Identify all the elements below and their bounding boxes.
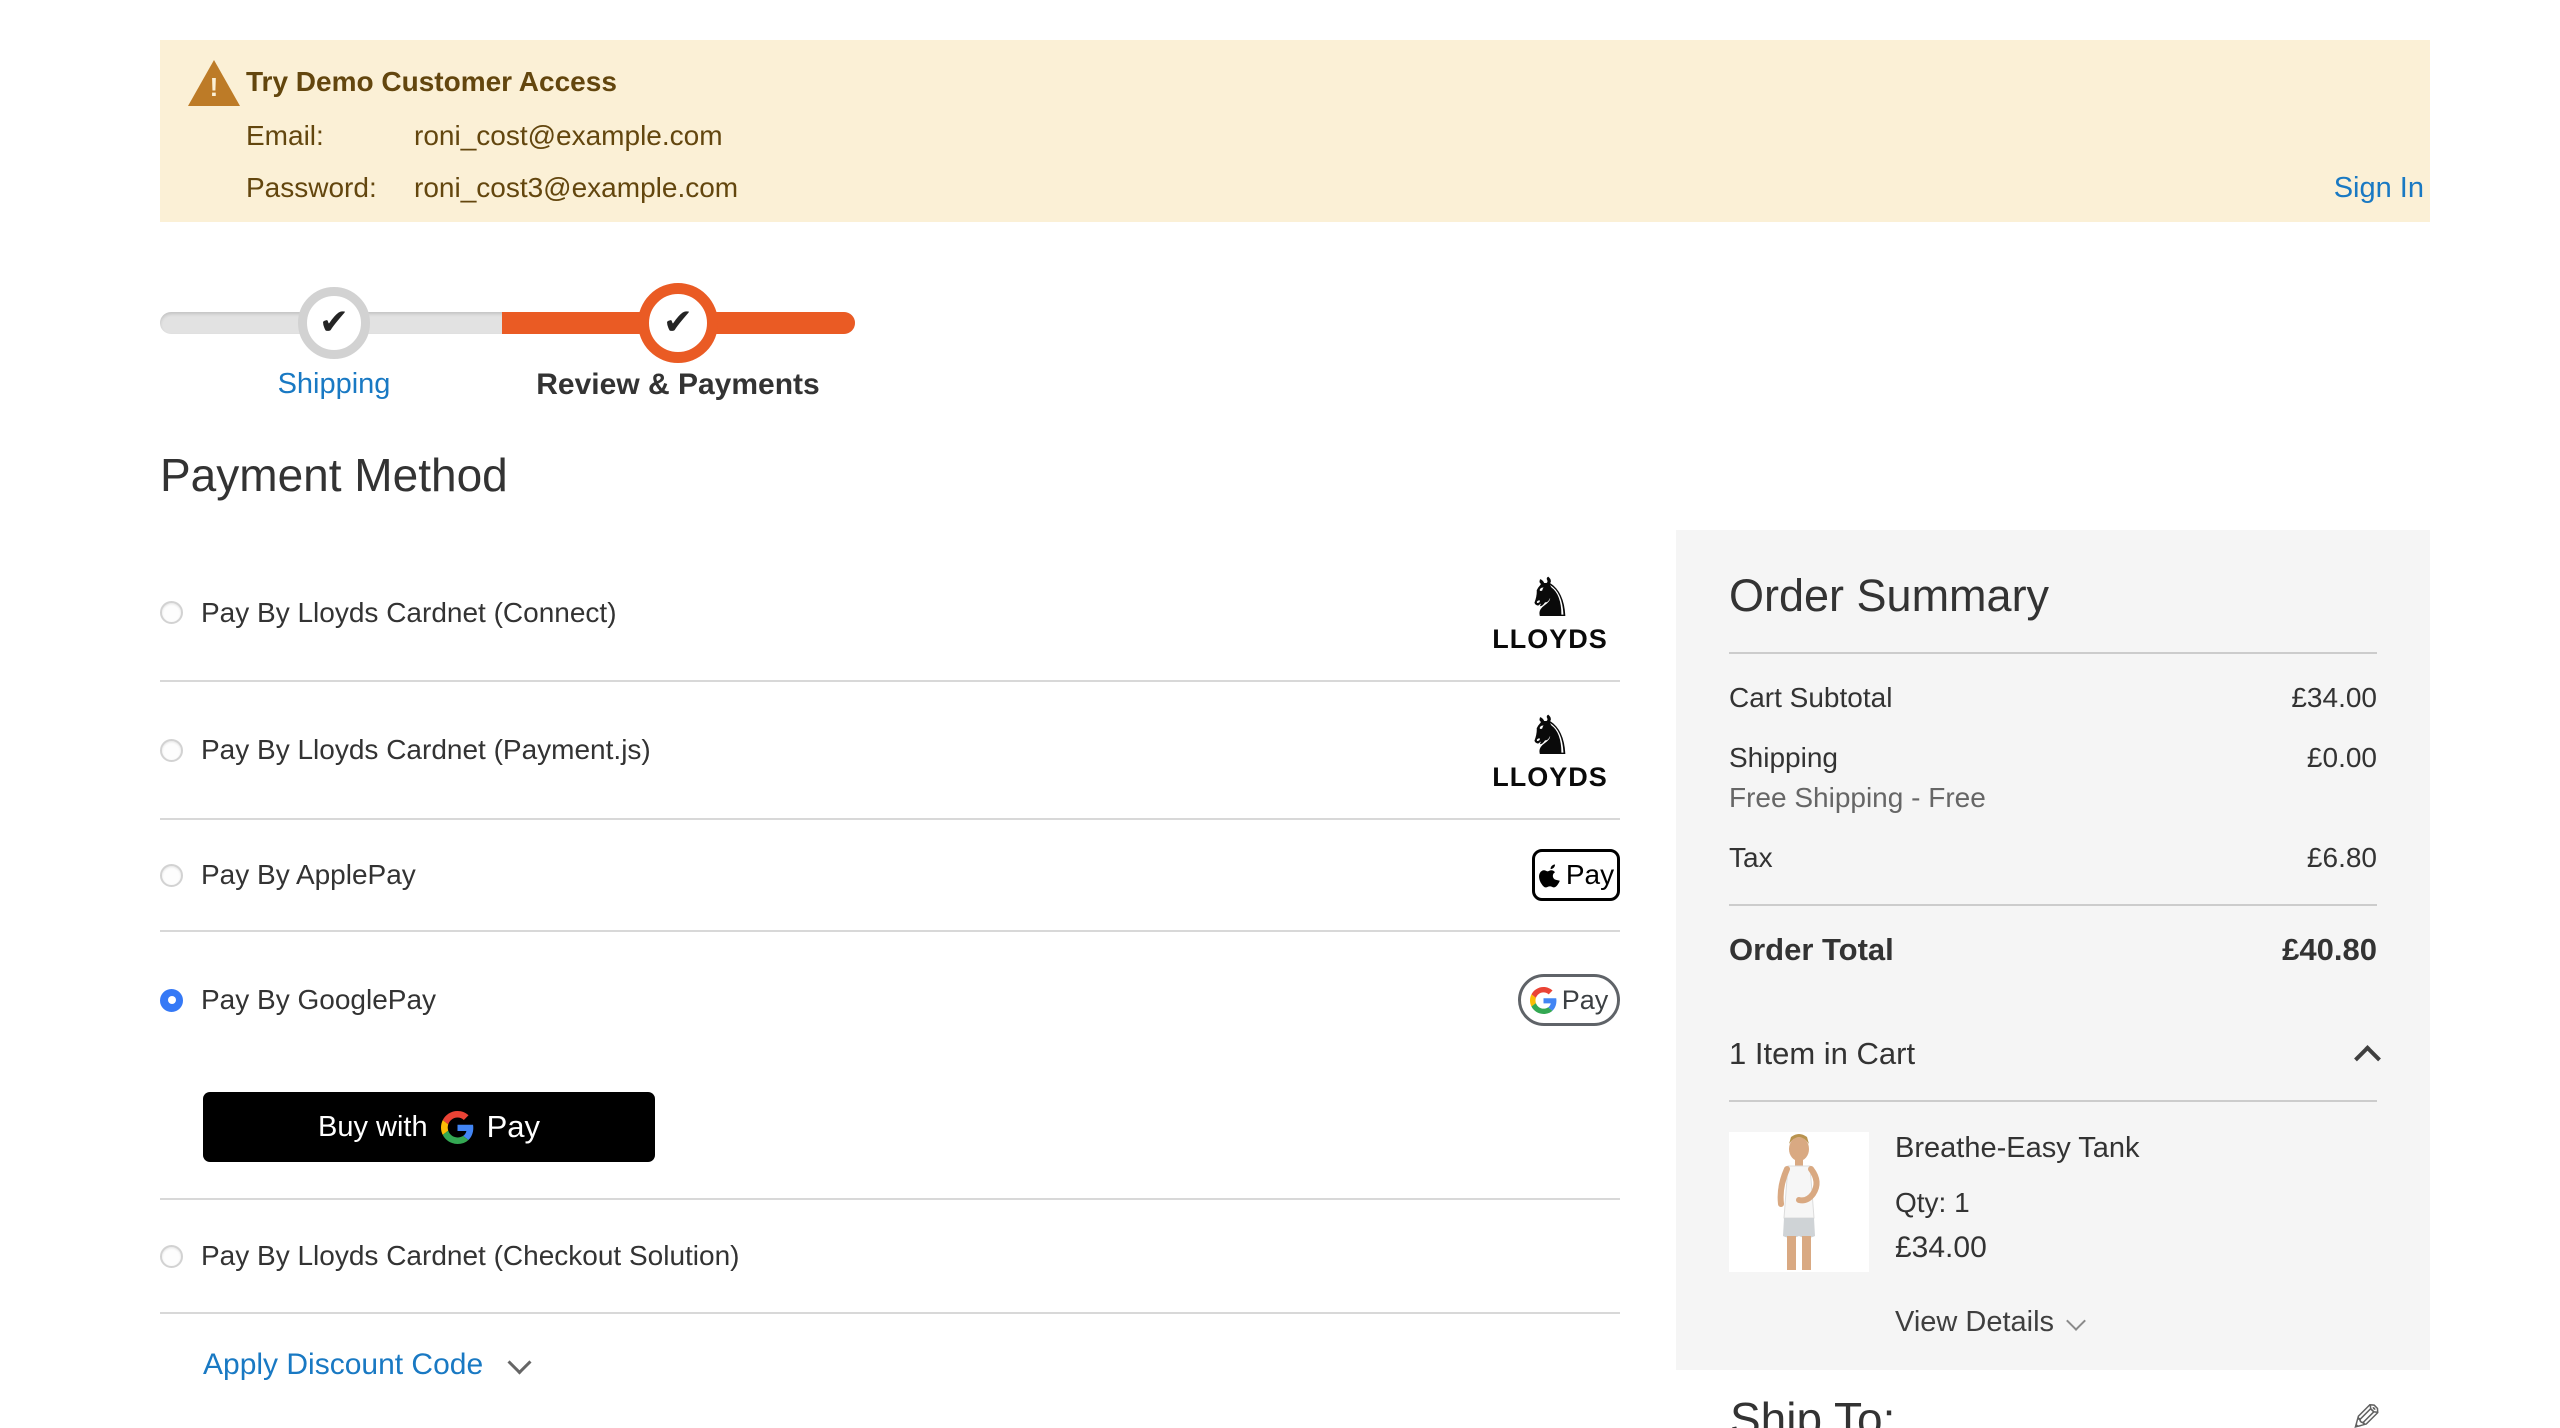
- email-label: Email:: [246, 120, 324, 151]
- chevron-down-icon: [2066, 1310, 2086, 1331]
- cart-item: Breathe-Easy Tank Qty: 1 £34.00: [1729, 1132, 2377, 1272]
- payment-option-label[interactable]: Pay By Lloyds Cardnet (Connect): [201, 597, 617, 629]
- demo-access-banner: ! Try Demo Customer Access Email: roni_co…: [160, 40, 2430, 222]
- radio-lloyds-paymentjs[interactable]: [160, 738, 183, 762]
- shipping-row: Shipping £0.00: [1729, 742, 2377, 774]
- step-review-marker: ✔: [638, 283, 718, 363]
- order-total-label: Order Total: [1729, 932, 1894, 967]
- apply-discount-code-toggle[interactable]: Apply Discount Code: [203, 1348, 532, 1382]
- product-name: Breathe-Easy Tank: [1895, 1132, 2140, 1164]
- tax-label: Tax: [1729, 842, 1773, 873]
- lloyds-logo: ♞ LLOYDS: [1480, 705, 1620, 792]
- apple-pay-label: Pay: [1565, 859, 1615, 890]
- payment-option-lloyds-checkout: Pay By Lloyds Cardnet (Checkout Solution…: [160, 1200, 1620, 1314]
- lloyds-wordmark: LLOYDS: [1492, 624, 1608, 654]
- payment-option-label[interactable]: Pay By GooglePay: [201, 984, 436, 1016]
- order-summary-title: Order Summary: [1729, 570, 2050, 621]
- password-value: roni_cost3@example.com: [414, 172, 739, 203]
- shipping-method-note: Free Shipping - Free: [1729, 782, 1986, 813]
- tax-row: Tax £6.80: [1729, 842, 2377, 874]
- google-g-icon: [1529, 986, 1557, 1014]
- order-total-row: Order Total £40.80: [1729, 904, 2377, 996]
- items-in-cart-label: 1 Item in Cart: [1729, 1036, 1916, 1071]
- view-details-toggle[interactable]: View Details: [1895, 1306, 2377, 1339]
- view-details-label: View Details: [1895, 1306, 2055, 1338]
- check-icon: ✔: [662, 300, 694, 342]
- lloyds-horse-icon: ♞: [1525, 568, 1575, 628]
- payment-option-label[interactable]: Pay By ApplePay: [201, 859, 416, 891]
- chevron-down-icon: [507, 1349, 532, 1375]
- payment-method-title: Payment Method: [160, 449, 508, 501]
- shipping-label: Shipping: [1729, 742, 1838, 773]
- radio-lloyds-connect[interactable]: [160, 601, 183, 624]
- password-label: Password:: [246, 172, 377, 203]
- apply-discount-label[interactable]: Apply Discount Code: [203, 1348, 483, 1382]
- demo-email-row: Email: roni_cost@example.com: [246, 120, 723, 152]
- checkout-page: ! Try Demo Customer Access Email: roni_co…: [0, 0, 2560, 1428]
- product-price: £34.00: [1895, 1231, 1987, 1264]
- payment-option-googlepay: Pay By GooglePay Pay Buy with Pay: [160, 932, 1620, 1200]
- tax-value: £6.80: [2306, 842, 2377, 873]
- demo-password-row: Password: roni_cost3@example.com: [246, 172, 738, 204]
- order-total-value: £40.80: [2282, 932, 2377, 967]
- payment-option-label[interactable]: Pay By Lloyds Cardnet (Payment.js): [201, 734, 651, 766]
- product-thumbnail: [1729, 1132, 1869, 1272]
- buy-with-label: Buy with: [317, 1110, 428, 1143]
- google-pay-label: Pay: [1561, 984, 1609, 1015]
- lloyds-horse-icon: ♞: [1525, 705, 1575, 766]
- items-in-cart-toggle[interactable]: 1 Item in Cart: [1729, 1036, 2381, 1102]
- radio-lloyds-checkout[interactable]: [160, 1244, 183, 1268]
- step-label-shipping[interactable]: Shipping: [184, 368, 484, 401]
- apple-pay-badge: Pay: [1532, 849, 1620, 901]
- sign-in-link[interactable]: Sign In: [2334, 172, 2424, 205]
- subtotal-row: Cart Subtotal £34.00: [1729, 682, 2377, 714]
- shipping-value: £0.00: [2306, 742, 2377, 773]
- radio-applepay[interactable]: [160, 863, 183, 887]
- chevron-up-icon: [2354, 1044, 2381, 1072]
- email-value: roni_cost@example.com: [414, 120, 723, 151]
- banner-title: Try Demo Customer Access: [246, 66, 617, 97]
- lloyds-logo: ♞ LLOYDS: [1480, 568, 1620, 654]
- lloyds-wordmark: LLOYDS: [1492, 761, 1608, 792]
- payment-option-applepay: Pay By ApplePay Pay: [160, 820, 1620, 932]
- payment-option-label[interactable]: Pay By Lloyds Cardnet (Checkout Solution…: [201, 1240, 740, 1272]
- gpay-label: Pay: [486, 1109, 541, 1144]
- check-icon: ✔: [318, 300, 350, 342]
- step-label-review-payments: Review & Payments: [536, 368, 820, 401]
- apple-logo-icon: [1538, 863, 1560, 887]
- product-qty: Qty: 1: [1895, 1187, 1970, 1218]
- payment-option-lloyds-paymentjs: Pay By Lloyds Cardnet (Payment.js) ♞ LLO…: [160, 682, 1620, 820]
- edit-pencil-icon[interactable]: ✎: [2350, 1396, 2382, 1428]
- buy-with-gpay-button[interactable]: Buy with Pay: [203, 1092, 655, 1162]
- step-shipping-marker: ✔: [298, 287, 370, 359]
- radio-googlepay[interactable]: [160, 988, 183, 1012]
- ship-to-title: Ship To:: [1730, 1393, 1896, 1428]
- warning-icon: !: [188, 60, 240, 106]
- cart-item-details: Breathe-Easy Tank Qty: 1 £34.00: [1895, 1132, 2140, 1272]
- google-g-icon: [440, 1110, 473, 1144]
- payment-option-lloyds-connect: Pay By Lloyds Cardnet (Connect) ♞ LLOYDS: [160, 545, 1620, 682]
- divider: [1729, 652, 2377, 654]
- subtotal-label: Cart Subtotal: [1729, 682, 1893, 713]
- google-pay-badge: Pay: [1518, 974, 1620, 1026]
- order-summary-panel: Order Summary Cart Subtotal £34.00 Shipp…: [1676, 530, 2430, 1370]
- subtotal-value: £34.00: [2291, 682, 2377, 713]
